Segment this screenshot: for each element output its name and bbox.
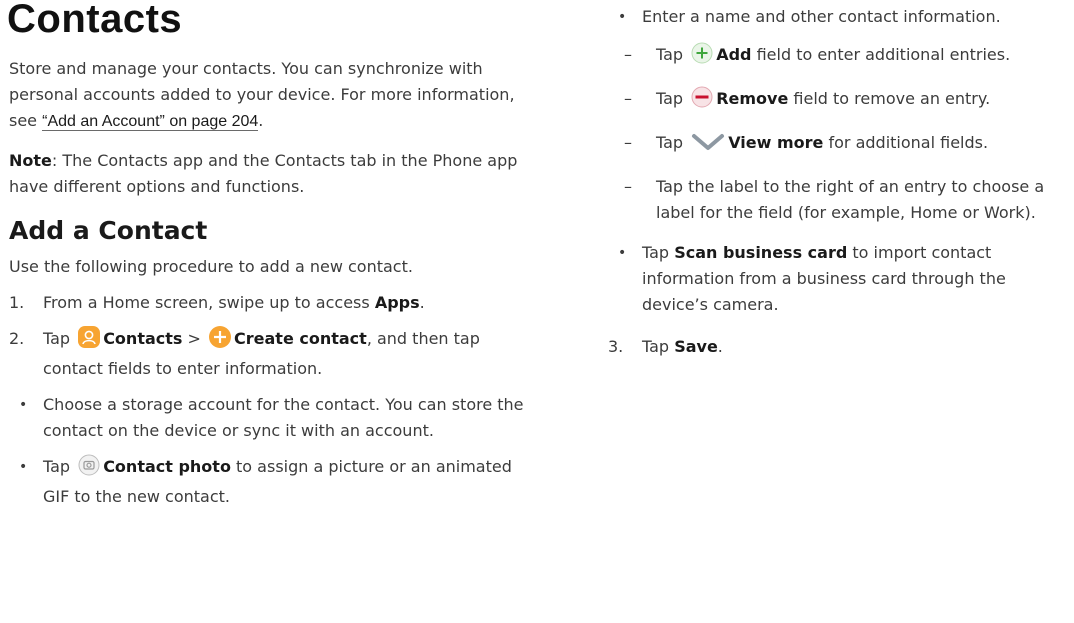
list-item: – Tap the label to the right of an entry … xyxy=(624,177,1045,222)
note-label: Note xyxy=(9,151,52,170)
right-column: • Enter a name and other contact informat… xyxy=(608,0,1068,360)
list-item: – Tap Add field to enter additional entri… xyxy=(608,42,1068,72)
remove-field-minus-icon xyxy=(691,86,713,116)
step-number: 2. xyxy=(9,329,25,348)
add-account-link[interactable]: “Add an Account” on page 204 xyxy=(42,113,259,131)
step-3: 3. Tap Save. xyxy=(608,334,1068,360)
step-number: 3. xyxy=(608,337,624,356)
step-1: 1. From a Home screen, swipe up to access… xyxy=(9,290,539,316)
left-column: Contacts Store and manage your contacts.… xyxy=(7,0,539,510)
contacts-app-icon xyxy=(78,326,101,356)
intro-paragraph: Store and manage your contacts. You can … xyxy=(9,59,515,131)
add-field-plus-icon xyxy=(691,42,713,72)
list-item: • Tap Contact photo to assign a picture o… xyxy=(9,454,539,510)
create-contact-plus-icon xyxy=(209,326,232,356)
list-item: • Enter a name and other contact informat… xyxy=(618,7,1001,26)
step-2: 2. Tap Contacts > Create contact, and the… xyxy=(9,326,539,510)
list-item: • Choose a storage account for the contac… xyxy=(19,395,524,440)
page-title: Contacts xyxy=(7,0,183,41)
step-number: 1. xyxy=(9,293,25,312)
camera-icon xyxy=(78,454,100,484)
list-item: – Tap Remove field to remove an entry. xyxy=(608,86,1068,116)
section-heading: Add a Contact xyxy=(9,216,208,245)
list-item: – Tap View more for additional fields. xyxy=(608,130,1068,160)
note-paragraph: Note: The Contacts app and the Contacts … xyxy=(9,151,518,196)
chevron-down-icon xyxy=(691,132,725,160)
procedure-intro: Use the following procedure to add a new… xyxy=(9,257,413,276)
list-item: • Tap Scan business card to import contac… xyxy=(618,243,1006,314)
